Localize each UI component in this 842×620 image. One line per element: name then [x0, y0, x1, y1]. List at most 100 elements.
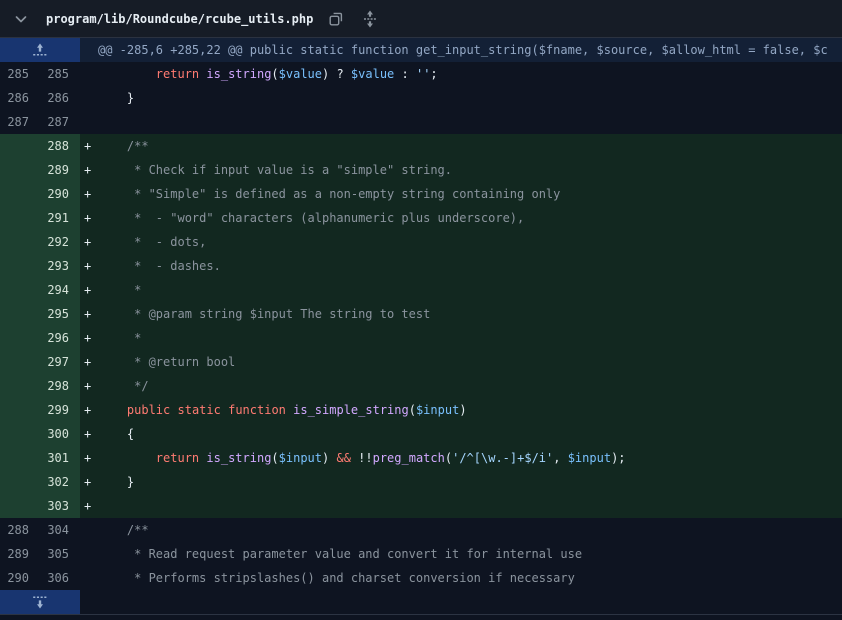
diff-row-added: 295+ * @param string $input The string t…: [0, 302, 842, 326]
old-line-number[interactable]: [0, 278, 40, 302]
diff-marker: +: [80, 470, 98, 494]
expand-row-filler: [80, 590, 842, 614]
code-line: * "Simple" is defined as a non-empty str…: [98, 182, 560, 206]
new-line-number[interactable]: 292: [40, 230, 80, 254]
code-line: /**: [98, 134, 149, 158]
diff-marker: +: [80, 302, 98, 326]
expand-up-button[interactable]: [0, 38, 80, 62]
fold-down-icon: [32, 595, 48, 609]
code-line: *: [98, 326, 141, 350]
old-line-number[interactable]: [0, 470, 40, 494]
new-line-number[interactable]: 301: [40, 446, 80, 470]
diff-row-added: 297+ * @return bool: [0, 350, 842, 374]
code-line: */: [98, 374, 149, 398]
code-line: * - "word" characters (alphanumeric plus…: [98, 206, 524, 230]
new-line-number[interactable]: 300: [40, 422, 80, 446]
diff-row-context: 289305 * Read request parameter value an…: [0, 542, 842, 566]
diff-marker: +: [80, 326, 98, 350]
new-line-number[interactable]: 295: [40, 302, 80, 326]
copy-path-button[interactable]: [325, 8, 347, 30]
old-line-number[interactable]: [0, 446, 40, 470]
new-line-number[interactable]: 306: [40, 566, 80, 590]
old-line-number[interactable]: 288: [0, 518, 40, 542]
new-line-number[interactable]: 297: [40, 350, 80, 374]
old-line-number[interactable]: [0, 206, 40, 230]
old-line-number[interactable]: 287: [0, 110, 40, 134]
new-line-number[interactable]: 293: [40, 254, 80, 278]
old-line-number[interactable]: [0, 134, 40, 158]
diff-marker: [80, 86, 98, 110]
diff-row-added: 298+ */: [0, 374, 842, 398]
diff-marker: +: [80, 494, 98, 518]
diff-row-added: 300+ {: [0, 422, 842, 446]
code-line: * @return bool: [98, 350, 235, 374]
old-line-number[interactable]: [0, 302, 40, 326]
diff-row-context: 288304 /**: [0, 518, 842, 542]
new-line-number[interactable]: 294: [40, 278, 80, 302]
diff-marker: +: [80, 278, 98, 302]
new-line-number[interactable]: 304: [40, 518, 80, 542]
diff-row-added: 291+ * - "word" characters (alphanumeric…: [0, 206, 842, 230]
diff-marker: [80, 542, 98, 566]
new-line-number[interactable]: 287: [40, 110, 80, 134]
diff-row-added: 299+ public static function is_simple_st…: [0, 398, 842, 422]
expand-all-hunks-button[interactable]: [359, 8, 381, 30]
diff-marker: [80, 566, 98, 590]
file-header: program/lib/Roundcube/rcube_utils.php: [0, 0, 842, 38]
new-line-number[interactable]: 285: [40, 62, 80, 86]
hunk-header-text: @@ -285,6 +285,22 @@ public static funct…: [80, 38, 842, 62]
diff-row-added: 294+ *: [0, 278, 842, 302]
new-line-number[interactable]: 290: [40, 182, 80, 206]
old-line-number[interactable]: [0, 398, 40, 422]
old-line-number[interactable]: 289: [0, 542, 40, 566]
expand-down-button[interactable]: [0, 590, 80, 614]
copy-icon: [328, 11, 344, 27]
diff-row-added: 290+ * "Simple" is defined as a non-empt…: [0, 182, 842, 206]
diff-marker: [80, 62, 98, 86]
diff-rows: 285285 return is_string($value) ? $value…: [0, 62, 842, 590]
diff-marker: +: [80, 446, 98, 470]
new-line-number[interactable]: 303: [40, 494, 80, 518]
old-line-number[interactable]: [0, 230, 40, 254]
old-line-number[interactable]: 290: [0, 566, 40, 590]
new-line-number[interactable]: 299: [40, 398, 80, 422]
old-line-number[interactable]: 285: [0, 62, 40, 86]
code-line: return is_string($value) ? $value : '';: [98, 62, 438, 86]
old-line-number[interactable]: [0, 350, 40, 374]
old-line-number[interactable]: [0, 182, 40, 206]
new-line-number[interactable]: 291: [40, 206, 80, 230]
old-line-number[interactable]: [0, 422, 40, 446]
collapse-file-button[interactable]: [10, 8, 32, 30]
diff-marker: +: [80, 158, 98, 182]
old-line-number[interactable]: [0, 158, 40, 182]
old-line-number[interactable]: [0, 254, 40, 278]
diff-row-context: 287287: [0, 110, 842, 134]
diff-marker: +: [80, 230, 98, 254]
diff-row-added: 302+ }: [0, 470, 842, 494]
code-line: /**: [98, 518, 149, 542]
old-line-number[interactable]: [0, 494, 40, 518]
code-line: * @param string $input The string to tes…: [98, 302, 430, 326]
diff-marker: +: [80, 350, 98, 374]
code-line: * - dots,: [98, 230, 206, 254]
old-line-number[interactable]: 286: [0, 86, 40, 110]
code-line: * Read request parameter value and conve…: [98, 542, 582, 566]
new-line-number[interactable]: 286: [40, 86, 80, 110]
diff-marker: +: [80, 422, 98, 446]
old-line-number[interactable]: [0, 326, 40, 350]
diff-marker: +: [80, 182, 98, 206]
new-line-number[interactable]: 288: [40, 134, 80, 158]
code-line: * - dashes.: [98, 254, 221, 278]
new-line-number[interactable]: 305: [40, 542, 80, 566]
expand-bottom-row: [0, 590, 842, 615]
new-line-number[interactable]: 298: [40, 374, 80, 398]
old-line-number[interactable]: [0, 374, 40, 398]
code-line: public static function is_simple_string(…: [98, 398, 467, 422]
fold-up-icon: [32, 43, 48, 57]
file-path: program/lib/Roundcube/rcube_utils.php: [46, 12, 313, 26]
new-line-number[interactable]: 296: [40, 326, 80, 350]
new-line-number[interactable]: 302: [40, 470, 80, 494]
new-line-number[interactable]: 289: [40, 158, 80, 182]
diff-row-context: 286286 }: [0, 86, 842, 110]
hunk-header-row: @@ -285,6 +285,22 @@ public static funct…: [0, 38, 842, 62]
